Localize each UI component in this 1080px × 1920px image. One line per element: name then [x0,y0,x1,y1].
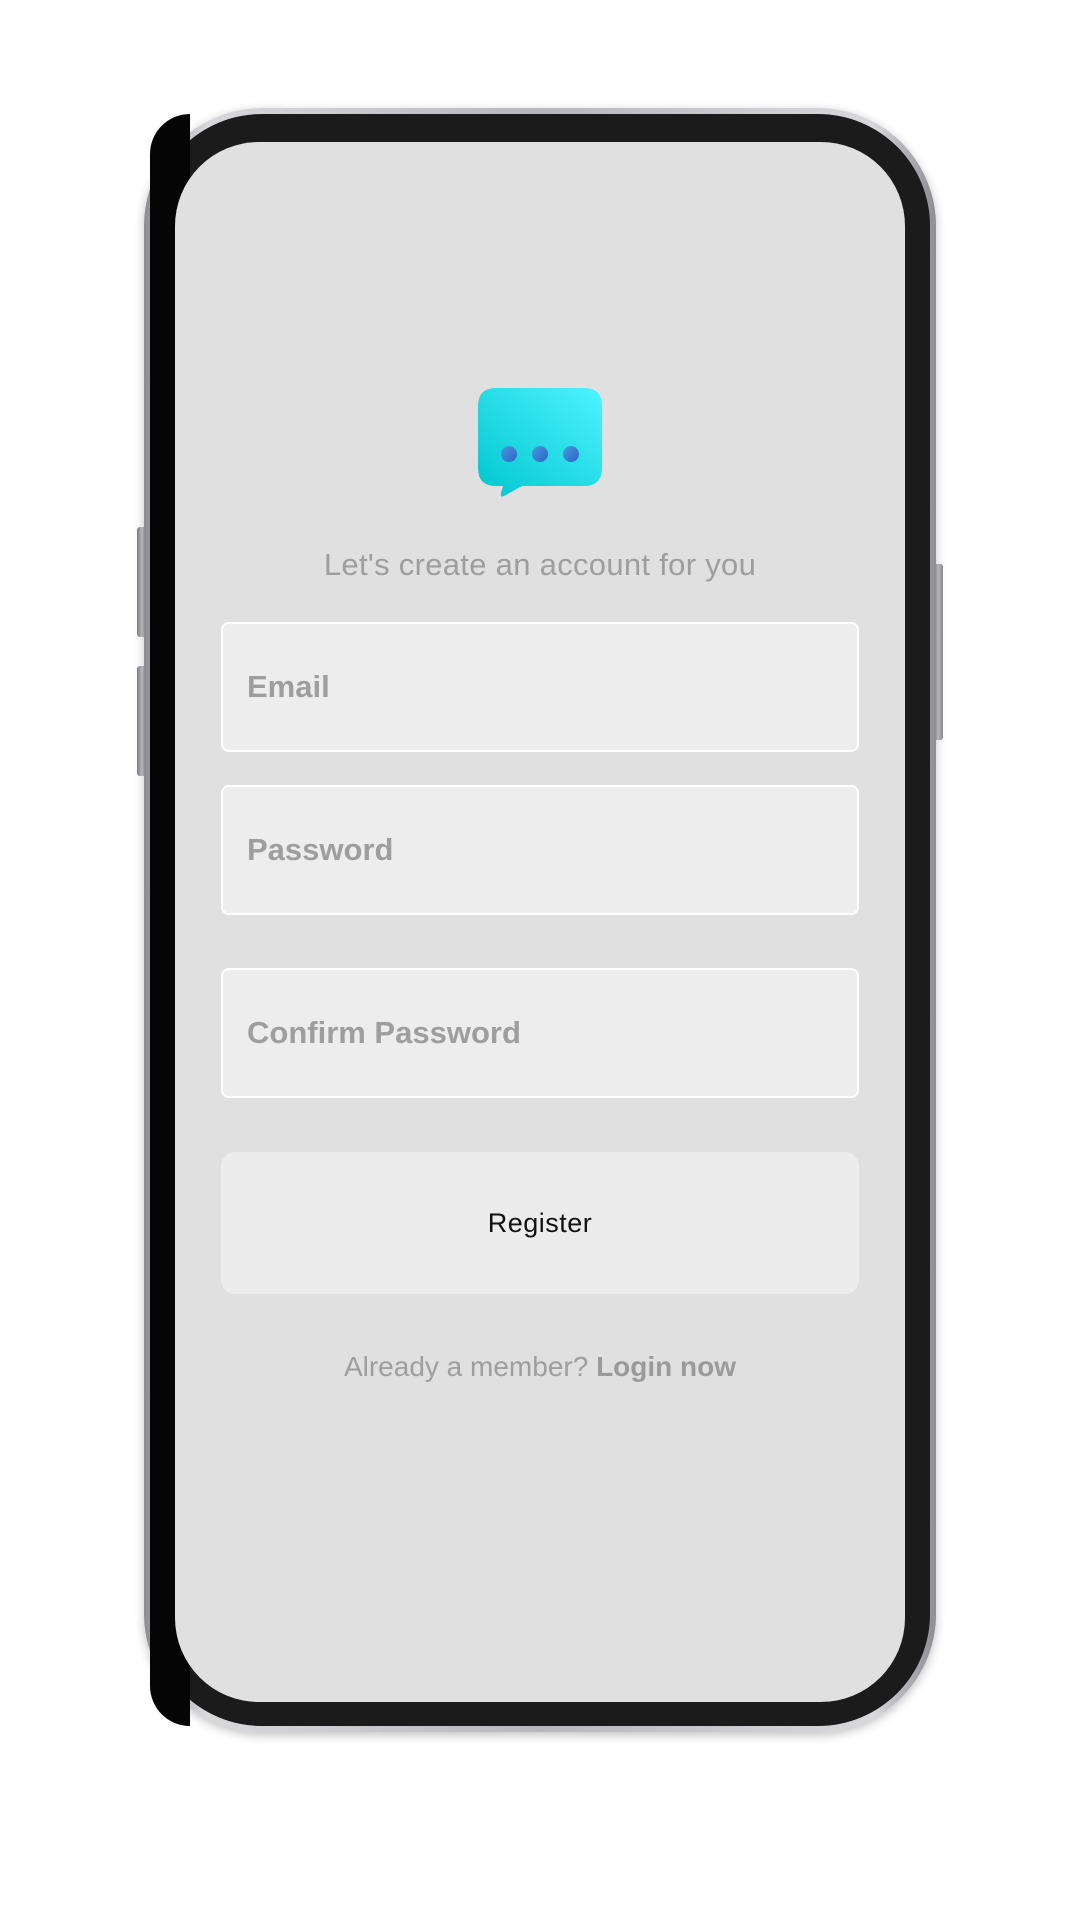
email-field[interactable] [223,624,857,750]
confirm-password-field-container [221,968,859,1098]
login-prompt: Already a member? Login now [175,1351,905,1383]
stage: Let's create an account for you Register… [0,0,1080,1920]
register-button-label: Register [487,1207,593,1238]
chat-bubble-icon [478,388,602,497]
login-prompt-text: Already a member? [343,1351,589,1382]
password-field-container [221,785,859,915]
confirm-password-field[interactable] [223,970,857,1096]
register-screen: Let's create an account for you Register… [175,142,905,1702]
email-field-container [221,622,859,752]
password-field[interactable] [223,787,857,913]
login-now-link[interactable]: Login now [596,1351,736,1382]
register-button[interactable]: Register [221,1152,859,1294]
page-subtitle: Let's create an account for you [323,547,757,582]
